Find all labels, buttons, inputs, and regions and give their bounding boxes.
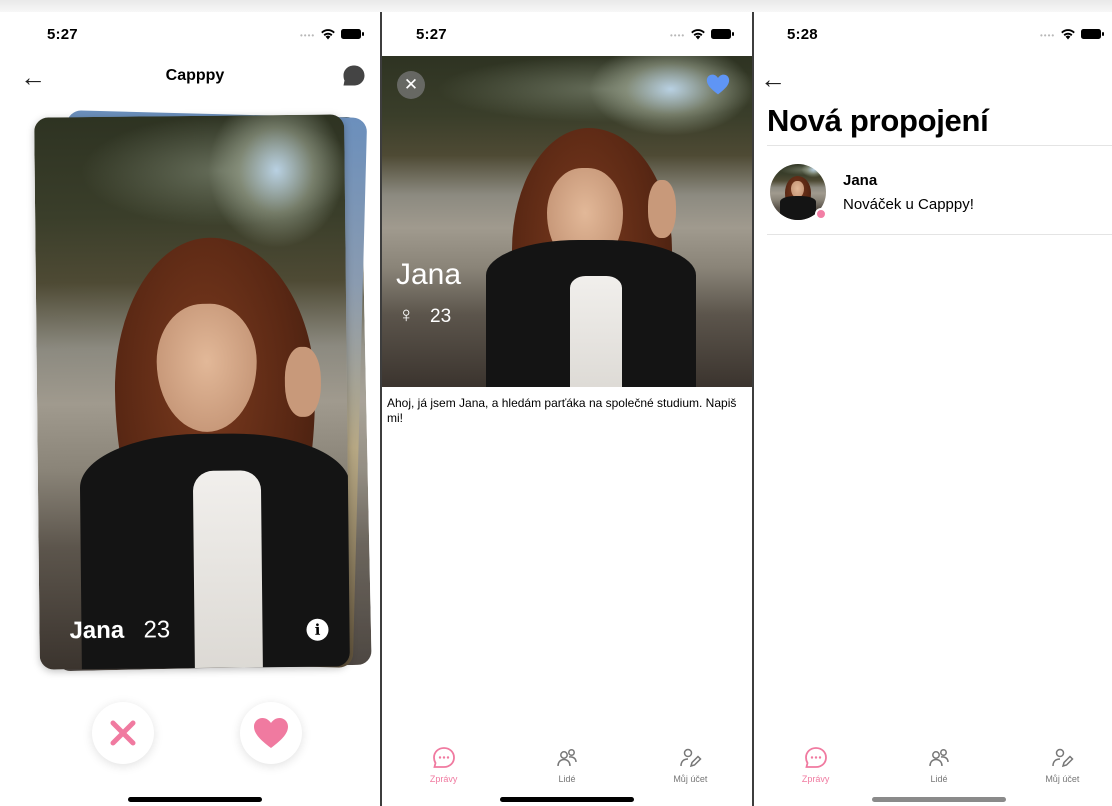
photo-hand [284, 346, 322, 418]
app-title: Capppy [165, 67, 225, 84]
signal-icon: •••• [300, 30, 316, 40]
home-indicator [128, 797, 262, 802]
profile-name: Jana [396, 258, 462, 291]
tab-label: Zprávy [429, 774, 458, 784]
battery-icon [341, 29, 365, 39]
battery-icon [711, 29, 735, 39]
new-matches-screen: 5:28 •••• ← Nová propojení Jana Nováček … [754, 12, 1112, 806]
profile-bio: Ahoj, já jsem Jana, a hledám parťáka na … [387, 396, 737, 425]
people-icon [929, 749, 949, 767]
status-time: 5:27 [47, 26, 78, 43]
tab-people[interactable]: Lidé [877, 746, 1000, 784]
signal-icon: •••• [1040, 30, 1056, 40]
user-edit-icon [1052, 748, 1074, 768]
photo-jacket [780, 196, 816, 220]
profile-age: 23 [430, 306, 452, 327]
title-divider [767, 145, 1112, 146]
swipe-screen: 5:27 •••• ← Capppy Jana 23 i [10, 12, 380, 806]
page-title: Nová propojení [767, 103, 989, 138]
home-indicator [500, 797, 634, 802]
status-icons: •••• [300, 28, 365, 40]
profile-photo: ✕ Jana ♀ 23 [382, 56, 752, 387]
tab-label: Zprávy [801, 774, 830, 784]
wifi-icon [321, 29, 336, 40]
tab-bar: Zprávy Lidé Můj účet [382, 746, 752, 784]
card-age: 23 [143, 616, 171, 644]
wifi-icon [1061, 29, 1076, 40]
user-edit-icon [680, 748, 702, 768]
photo-shirt [192, 470, 263, 670]
dislike-button[interactable] [92, 702, 154, 764]
conversation-preview: Nováček u Capppy! [843, 196, 974, 213]
online-status-dot [815, 208, 827, 220]
profile-card[interactable]: Jana 23 i [34, 114, 350, 670]
close-button[interactable]: ✕ [397, 71, 425, 99]
x-icon [110, 720, 136, 746]
photo-shirt [570, 276, 622, 387]
chat-bubble-icon [432, 747, 455, 768]
profile-detail-screen: 5:27 •••• ✕ Jana ♀ 23 Ahoj, já jsem Jana… [382, 12, 752, 806]
people-icon [557, 749, 577, 767]
tab-account[interactable]: Můj účet [629, 746, 752, 784]
status-icons: •••• [670, 28, 735, 40]
conversation-name: Jana [843, 172, 878, 189]
wifi-icon [691, 29, 706, 40]
tab-label: Lidé [558, 774, 576, 784]
info-icon[interactable]: i [306, 618, 329, 641]
chat-bubble-icon [804, 747, 827, 768]
like-button[interactable] [240, 702, 302, 764]
tab-label: Lidé [930, 774, 948, 784]
tab-people[interactable]: Lidé [505, 746, 628, 784]
back-arrow-icon[interactable]: ← [760, 66, 786, 92]
home-indicator [872, 797, 1006, 802]
heart-icon[interactable] [706, 74, 730, 95]
status-icons: •••• [1040, 28, 1105, 40]
chat-bubble-icon[interactable] [342, 64, 366, 88]
tab-messages[interactable]: Zprávy [382, 746, 505, 784]
tab-label: Můj účet [673, 774, 708, 784]
tab-messages[interactable]: Zprávy [754, 746, 877, 784]
card-name: Jana [69, 616, 125, 645]
tab-bar: Zprávy Lidé Můj účet [754, 746, 1112, 784]
tab-account[interactable]: Můj účet [1001, 746, 1112, 784]
battery-icon [1081, 29, 1105, 39]
tab-label: Můj účet [1045, 774, 1080, 784]
status-time: 5:28 [787, 26, 818, 43]
signal-icon: •••• [670, 30, 686, 40]
female-icon: ♀ [398, 302, 415, 327]
status-time: 5:27 [416, 26, 447, 43]
photo-hand [648, 180, 676, 238]
heart-icon [254, 718, 288, 748]
window-top-edge [0, 0, 1112, 12]
row-divider [767, 234, 1112, 235]
